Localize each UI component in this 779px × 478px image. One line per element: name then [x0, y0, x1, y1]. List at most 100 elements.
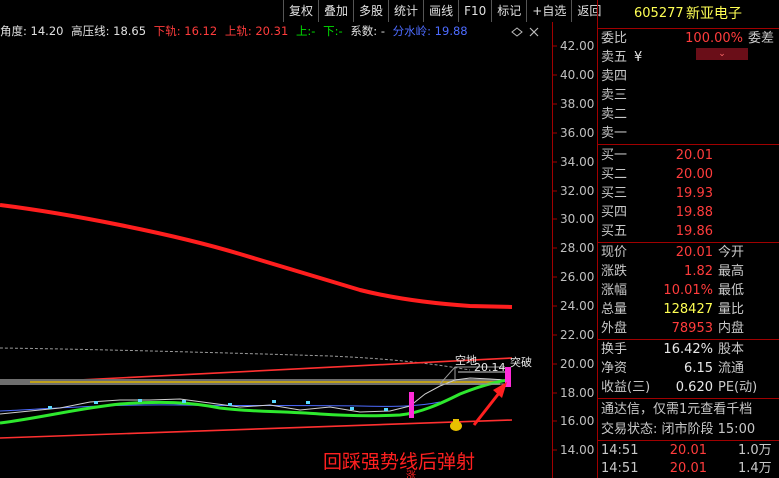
- fundamental-row: 收益(三) 0.620 PE(动): [598, 378, 779, 397]
- quote-row: 外盘 78953 内盘: [598, 319, 779, 338]
- order-ratio-row: 委比 100.00% 委差: [598, 29, 779, 48]
- restore-rights-button[interactable]: 复权: [283, 0, 319, 22]
- quote-label: 现价: [601, 245, 628, 260]
- buy-level-price: 19.88: [675, 205, 713, 220]
- buy-level-label: 买一: [601, 148, 628, 163]
- stock-name[interactable]: 新亚电子: [686, 0, 742, 28]
- sell-level-label: 卖一: [601, 126, 628, 141]
- long-ma-line: [0, 203, 513, 309]
- mark-button[interactable]: 标记: [491, 0, 527, 22]
- buy-level-4[interactable]: 买四 19.88: [598, 203, 779, 222]
- fundamental-value: 0.620: [675, 380, 713, 395]
- y-tick: 16.00: [560, 414, 594, 428]
- breakout-label: 突破: [510, 355, 532, 369]
- buy-level-label: 买五: [601, 224, 628, 239]
- tick-time: 14:51: [601, 443, 639, 458]
- fundamental-label-2: 流通: [718, 361, 745, 376]
- buy-level-3[interactable]: 买三 19.93: [598, 184, 779, 203]
- order-diff-label: 委差: [748, 31, 775, 46]
- quote-value: 128427: [663, 302, 713, 317]
- buy-level-1[interactable]: 买一 20.01: [598, 146, 779, 165]
- sell-level-4[interactable]: 卖四: [598, 67, 779, 86]
- overlay-button[interactable]: 叠加: [318, 0, 354, 22]
- quote-row: 涨跌 1.82 最高: [598, 262, 779, 281]
- fundamental-label-2: PE(动): [718, 380, 758, 395]
- fundamental-row: 换手 16.42% 股本: [598, 340, 779, 359]
- close-icon[interactable]: [529, 27, 539, 37]
- promo-divider: [598, 398, 779, 399]
- axis-divider: [552, 22, 553, 478]
- y-tick: 20.00: [560, 357, 594, 371]
- promo-banner[interactable]: 通达信，仅需1元查看千档: [598, 400, 779, 419]
- quote-value: 20.01: [675, 245, 713, 260]
- quote-value: 1.82: [684, 264, 713, 279]
- tick-price: 20.01: [669, 443, 707, 458]
- multi-stock-button[interactable]: 多股: [353, 0, 389, 22]
- quote-label-2: 量比: [718, 302, 745, 317]
- tick-volume: 1.0万: [738, 443, 772, 458]
- y-tick: 36.00: [560, 126, 594, 140]
- diamond-icon[interactable]: [511, 27, 523, 37]
- y-tick: 34.00: [560, 155, 594, 169]
- buy-level-2[interactable]: 买二 20.00: [598, 165, 779, 184]
- sell-level-price: ¥: [634, 50, 643, 65]
- tick-volume: 1.4万: [738, 461, 772, 476]
- quote-label: 总量: [601, 302, 628, 317]
- fundamental-row: 净资 6.15 流通: [598, 359, 779, 378]
- tick-time: 14:51: [601, 461, 639, 476]
- buy-level-price: 19.93: [675, 186, 713, 201]
- buy-level-label: 买四: [601, 205, 628, 220]
- quote-row: 现价 20.01 今开: [598, 243, 779, 262]
- draw-line-button[interactable]: 画线: [423, 0, 459, 22]
- quote-label-2: 内盘: [718, 321, 745, 336]
- y-tick: 24.00: [560, 299, 594, 313]
- fundamental-value: 16.42%: [663, 342, 713, 357]
- fundamental-label-2: 股本: [718, 342, 745, 357]
- money-bag-icon: [450, 419, 462, 431]
- fundamental-label: 净资: [601, 361, 628, 376]
- sell-level-label: 卖三: [601, 88, 628, 103]
- buy-level-5[interactable]: 买五 19.86: [598, 222, 779, 241]
- y-tick: 18.00: [560, 386, 594, 400]
- dashed-reference-line: [0, 347, 471, 371]
- quote-row: 涨幅 10.01% 最低: [598, 281, 779, 300]
- trade-state-row: 交易状态: 闭市阶段 15:00: [598, 420, 779, 439]
- price-tag-label: 20.14: [474, 361, 506, 374]
- stock-header: 605277 新亚电子: [598, 0, 779, 29]
- y-tick: 40.00: [560, 68, 594, 82]
- buy-level-price: 20.01: [675, 148, 713, 163]
- add-watchlist-button[interactable]: +自选: [526, 0, 572, 22]
- sell-level-3[interactable]: 卖三: [598, 86, 779, 105]
- quote-label: 涨跌: [601, 264, 628, 279]
- buy-level-price: 19.86: [675, 224, 713, 239]
- quote-label-2: 最高: [718, 264, 745, 279]
- strong-trend-line: [0, 378, 509, 425]
- price-chart[interactable]: 空地 突破 20.14 回踩强势线后弹射 涨 42.00 40.00 38.00…: [0, 22, 600, 478]
- fundamental-value: 6.15: [684, 361, 713, 376]
- y-tick: 14.00: [560, 443, 594, 457]
- f10-button[interactable]: F10: [458, 0, 492, 22]
- fundamental-label: 换手: [601, 342, 628, 357]
- buy-level-price: 20.00: [675, 167, 713, 182]
- bottom-mark: 涨: [406, 470, 416, 478]
- tick-price: 20.01: [669, 461, 707, 476]
- sell-level-1[interactable]: 卖一: [598, 124, 779, 143]
- statistics-button[interactable]: 统计: [388, 0, 424, 22]
- chart-toolbar: 复权 叠加 多股 统计 画线 F10 标记 +自选 返回: [283, 0, 607, 22]
- y-axis: 42.00 40.00 38.00 36.00 34.00 32.00 30.0…: [560, 39, 594, 457]
- buy-level-label: 买二: [601, 167, 628, 182]
- sell-level-5[interactable]: 卖五 ¥: [598, 48, 779, 67]
- promo-text[interactable]: 通达信，仅需1元查看千档: [601, 400, 752, 419]
- quote-label-2: 最低: [718, 283, 745, 298]
- y-tick: 28.00: [560, 241, 594, 255]
- sell-level-2[interactable]: 卖二: [598, 105, 779, 124]
- order-ratio-value: 100.00%: [685, 31, 743, 46]
- quote-label: 涨幅: [601, 283, 628, 298]
- quote-panel: 605277 新亚电子 委比 100.00% 委差 ⌄ 卖五 ¥ 卖四 卖三 卖…: [598, 0, 779, 478]
- magenta-bar-left: [409, 392, 414, 418]
- y-tick: 42.00: [560, 39, 594, 53]
- sell-level-label: 卖五: [601, 50, 628, 65]
- lower-rail-line: [0, 419, 513, 439]
- stock-code: 605277: [634, 6, 684, 21]
- quote-value: 10.01%: [663, 283, 713, 298]
